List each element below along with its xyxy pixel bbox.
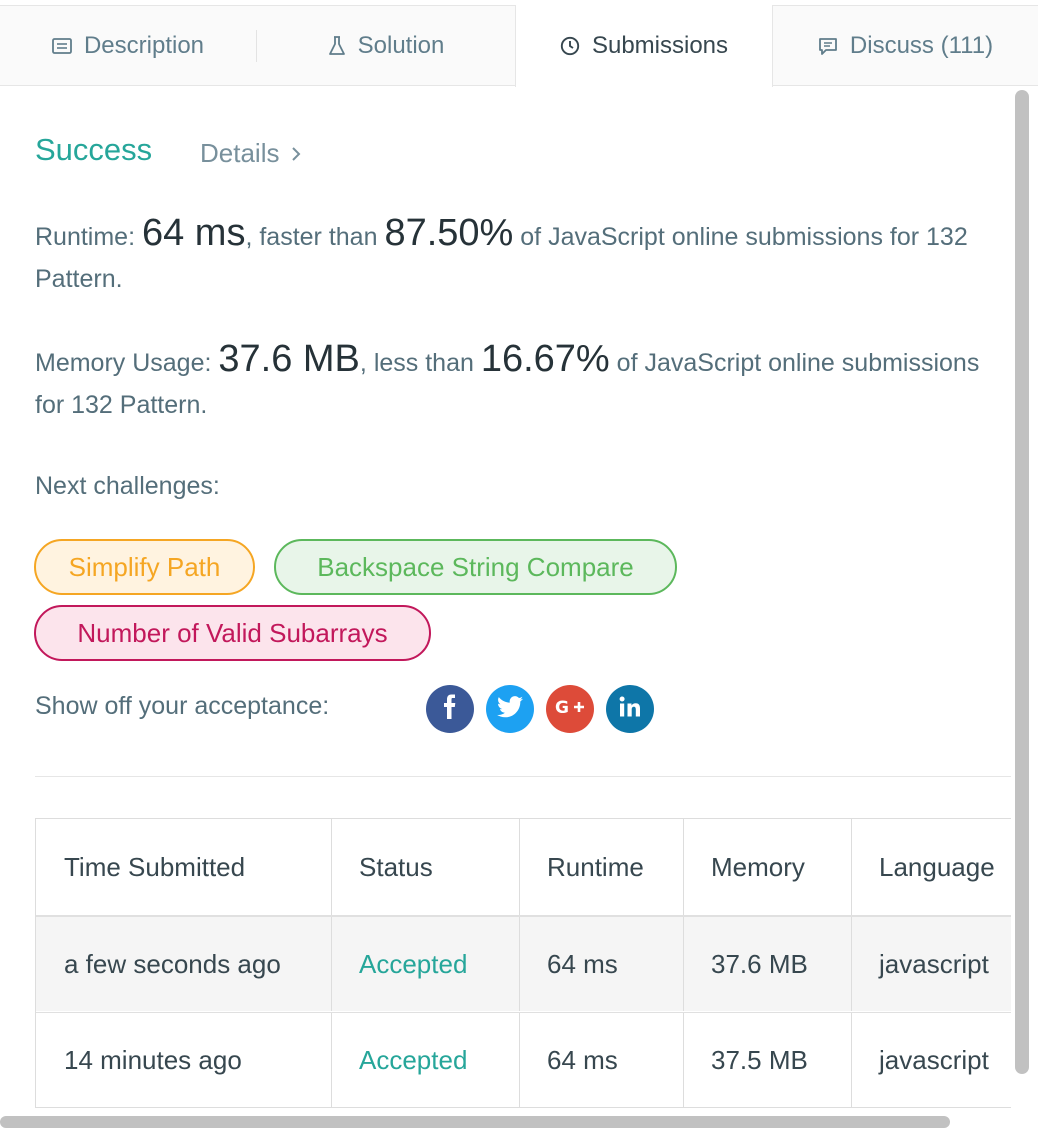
challenge-chip-number-of-valid-subarrays[interactable]: Number of Valid Subarrays	[34, 605, 431, 661]
cell-status-link[interactable]: Accepted	[332, 1013, 520, 1107]
linkedin-icon	[618, 695, 642, 724]
details-label: Details	[200, 138, 280, 168]
description-icon	[52, 38, 72, 54]
memory-summary: Memory Usage: 37.6 MB, less than 16.67% …	[35, 338, 1010, 426]
chevron-right-icon	[291, 146, 301, 162]
runtime-label: Runtime:	[35, 223, 142, 251]
tab-bar: Description Solution Submissions Discuss…	[0, 5, 1038, 87]
google-plus-share-button[interactable]: G	[546, 685, 594, 733]
svg-text:G: G	[555, 698, 569, 718]
cell-time-submitted: a few seconds ago	[36, 917, 332, 1011]
comment-icon	[818, 37, 838, 56]
details-link[interactable]: Details	[200, 138, 301, 169]
tab-submissions-label: Submissions	[591, 32, 729, 59]
tab-submissions[interactable]: Submissions	[515, 5, 773, 87]
tab-discuss-label: Discuss (111)	[849, 32, 994, 59]
memory-label: Memory Usage:	[35, 349, 219, 377]
cell-runtime: 64 ms	[520, 1013, 684, 1107]
twitter-share-button[interactable]	[486, 685, 534, 733]
column-header-language[interactable]: Language	[852, 819, 1011, 915]
table-row[interactable]: a few seconds ago Accepted 64 ms 37.6 MB…	[36, 915, 1011, 1011]
clock-icon	[560, 36, 580, 56]
flask-icon	[328, 36, 346, 56]
column-header-time-submitted[interactable]: Time Submitted	[36, 819, 332, 915]
column-header-runtime[interactable]: Runtime	[520, 819, 684, 915]
next-challenges-label: Next challenges:	[35, 472, 220, 500]
table-header-row: Time Submitted Status Runtime Memory Lan…	[36, 819, 1011, 915]
memory-percentile: 16.67%	[480, 338, 610, 380]
challenge-chip-backspace-string-compare[interactable]: Backspace String Compare	[274, 539, 677, 595]
cell-status-link[interactable]: Accepted	[332, 917, 520, 1011]
cell-memory: 37.5 MB	[684, 1013, 852, 1107]
cell-time-submitted: 14 minutes ago	[36, 1013, 332, 1107]
memory-value: 37.6 MB	[218, 338, 360, 380]
memory-mid: , less than	[359, 349, 481, 377]
cell-memory: 37.6 MB	[684, 917, 852, 1011]
cell-runtime: 64 ms	[520, 917, 684, 1011]
tab-solution-label: Solution	[357, 32, 445, 59]
column-header-memory[interactable]: Memory	[684, 819, 852, 915]
tab-discuss[interactable]: Discuss (111)	[773, 6, 1038, 86]
tab-description[interactable]: Description	[0, 6, 256, 86]
twitter-icon	[497, 695, 523, 723]
runtime-summary: Runtime: 64 ms, faster than 87.50% of Ja…	[35, 212, 1010, 300]
tab-description-label: Description	[83, 32, 205, 59]
submissions-table: Time Submitted Status Runtime Memory Lan…	[35, 818, 1011, 1108]
share-label: Show off your acceptance:	[35, 692, 330, 720]
facebook-icon	[439, 694, 461, 725]
facebook-share-button[interactable]	[426, 685, 474, 733]
google-plus-icon: G	[554, 696, 586, 723]
challenge-chip-simplify-path[interactable]: Simplify Path	[34, 539, 255, 595]
linkedin-share-button[interactable]	[606, 685, 654, 733]
table-row[interactable]: 14 minutes ago Accepted 64 ms 37.5 MB ja…	[36, 1012, 1011, 1107]
cell-language: javascript	[879, 948, 989, 979]
runtime-percentile: 87.50%	[384, 212, 514, 254]
cell-language: javascript	[879, 1045, 989, 1075]
vertical-scrollbar[interactable]	[1015, 90, 1029, 1074]
result-status: Success	[35, 132, 153, 167]
runtime-mid: , faster than	[245, 223, 385, 251]
section-divider	[35, 776, 1011, 777]
horizontal-scrollbar[interactable]	[0, 1116, 950, 1128]
tab-solution[interactable]: Solution	[257, 6, 515, 86]
column-header-status[interactable]: Status	[332, 819, 520, 915]
runtime-value: 64 ms	[141, 212, 246, 254]
